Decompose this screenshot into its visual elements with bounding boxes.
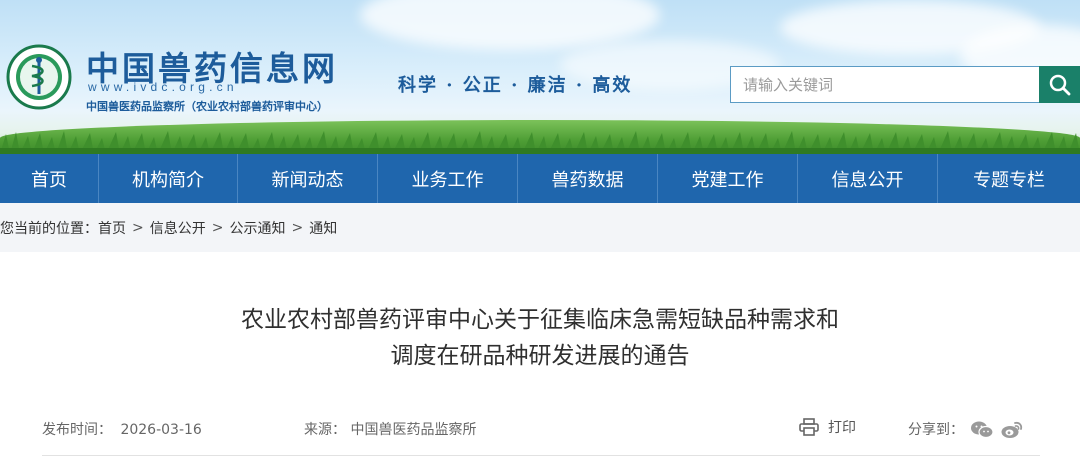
- breadcrumb-separator: >: [132, 219, 144, 236]
- nav-item-drug-data[interactable]: 兽药数据: [518, 154, 658, 203]
- breadcrumb: 您当前的位置： 首页 > 信息公开 > 公示通知 > 通知: [0, 203, 1080, 252]
- publish-date: 发布时间： 2026-03-16: [42, 419, 202, 439]
- printer-icon: [799, 418, 819, 436]
- search-button[interactable]: [1039, 66, 1080, 103]
- breadcrumb-item-notices[interactable]: 公示通知: [229, 218, 285, 238]
- grass-blades: [0, 131, 1080, 154]
- nav-item-party[interactable]: 党建工作: [658, 154, 798, 203]
- emblem-icon[interactable]: [6, 44, 72, 110]
- breadcrumb-separator: >: [211, 219, 224, 236]
- search-input[interactable]: [730, 66, 1040, 103]
- article-divider: [42, 455, 1040, 456]
- nav-item-disclosure[interactable]: 信息公开: [798, 154, 938, 203]
- nav-item-business[interactable]: 业务工作: [378, 154, 518, 203]
- site-domain: www.ivdc.org.cn: [88, 80, 238, 94]
- article-source: 来源： 中国兽医药品监察所: [304, 419, 476, 439]
- publish-date-label: 发布时间：: [42, 422, 112, 438]
- print-label[interactable]: 打印: [828, 417, 856, 437]
- article: 农业农村部兽药评审中心关于征集临床急需短缺品种需求和 调度在研品种研发进展的通告…: [0, 252, 1080, 465]
- breadcrumb-item-disclosure[interactable]: 信息公开: [150, 218, 206, 238]
- search-icon: [1049, 74, 1070, 95]
- breadcrumb-label: 您当前的位置：: [0, 220, 98, 237]
- print-button[interactable]: 打印: [799, 417, 856, 437]
- breadcrumb-item-notice[interactable]: 通知: [309, 218, 337, 238]
- nav-item-home[interactable]: 首页: [0, 154, 99, 203]
- nav-item-news[interactable]: 新闻动态: [238, 154, 378, 203]
- site-slogan: 科学 · 公正 · 廉洁 · 高效: [398, 75, 633, 96]
- article-title: 农业农村部兽药评审中心关于征集临床急需短缺品种需求和 调度在研品种研发进展的通告: [0, 302, 1080, 374]
- site-org: 中国兽医药品监察所（农业农村部兽药评审中心）: [86, 100, 328, 113]
- source-value: 中国兽医药品监察所: [350, 422, 477, 438]
- main-nav: 首页 机构简介 新闻动态 业务工作 兽药数据 党建工作 信息公开 专题专栏: [0, 154, 1080, 203]
- breadcrumb-item-home[interactable]: 首页: [98, 218, 126, 238]
- source-label: 来源：: [304, 422, 346, 438]
- breadcrumb-separator: >: [291, 219, 304, 236]
- nav-item-special[interactable]: 专题专栏: [938, 154, 1080, 203]
- share-label: 分享到：: [908, 422, 964, 438]
- article-title-line: 调度在研品种研发进展的通告: [390, 343, 690, 369]
- wechat-icon[interactable]: [970, 420, 994, 439]
- article-title-line: 农业农村部兽药评审中心关于征集临床急需短缺品种需求和: [241, 307, 839, 333]
- site-header: 中国兽药信息网 www.ivdc.org.cn 中国兽医药品监察所（农业农村部兽…: [0, 0, 1080, 154]
- publish-date-value: 2026-03-16: [120, 422, 202, 438]
- weibo-icon[interactable]: [1001, 420, 1023, 439]
- nav-item-about[interactable]: 机构简介: [99, 154, 238, 203]
